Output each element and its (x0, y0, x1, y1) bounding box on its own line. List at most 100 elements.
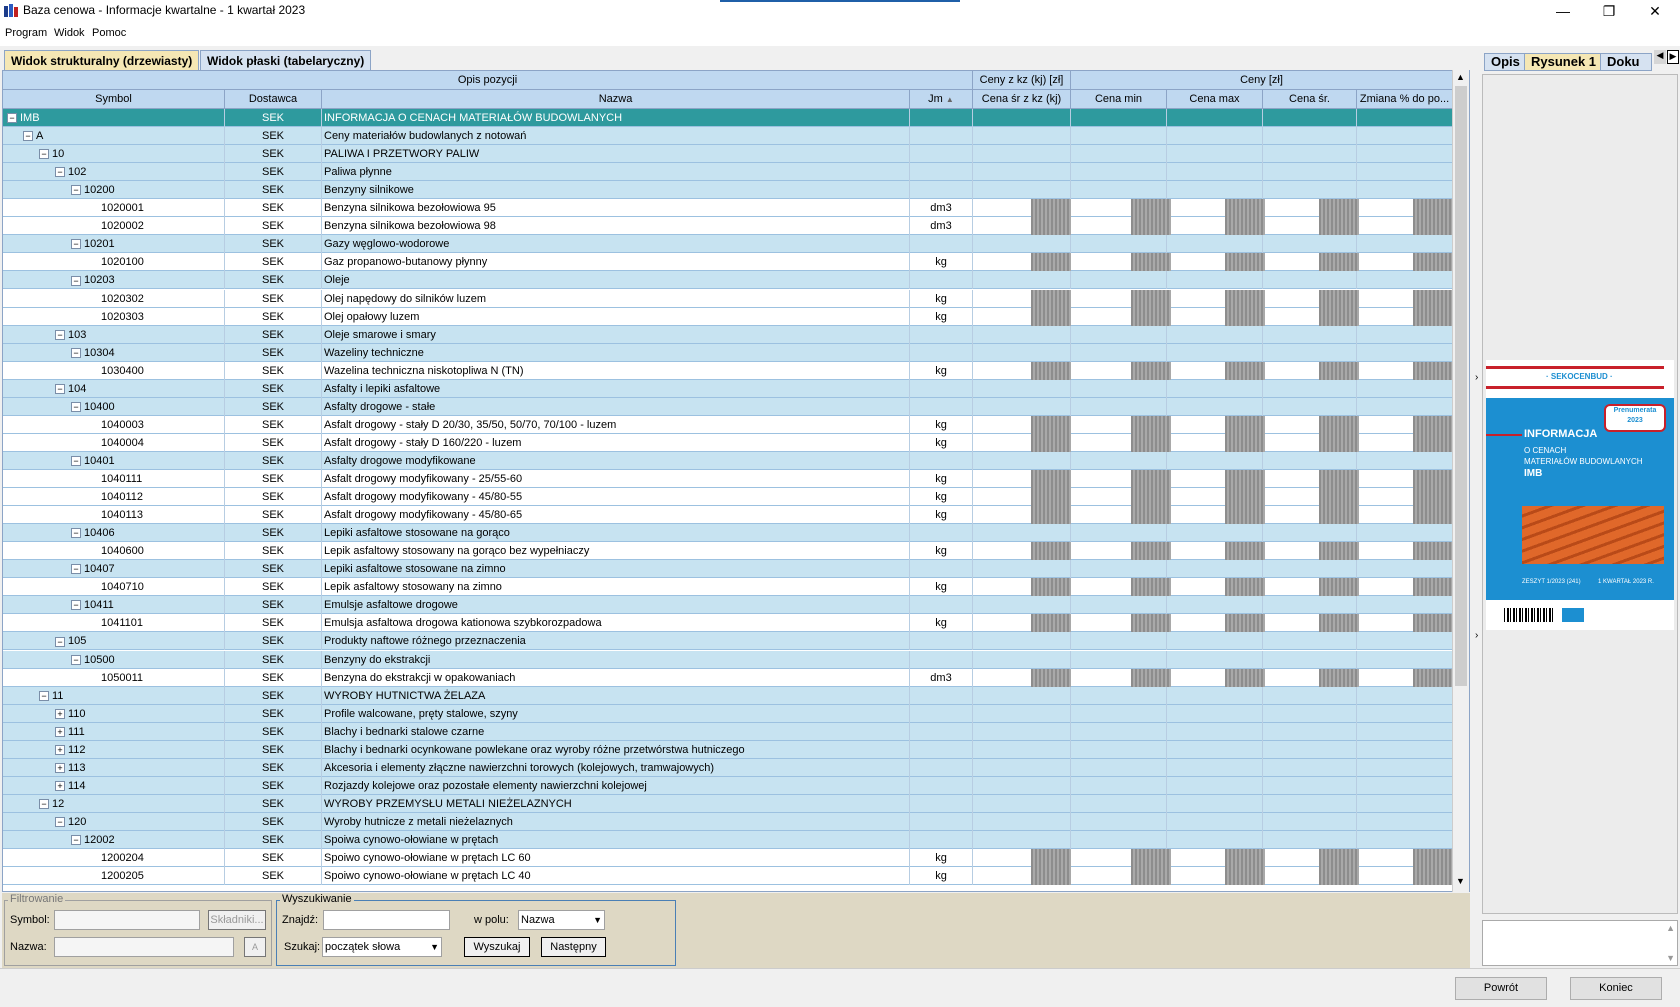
memo-scroll-up-icon[interactable]: ▲ (1666, 923, 1675, 933)
table-row[interactable]: 1040600 SEK Lepik asfaltowy stosowany na g… (3, 542, 1453, 561)
memo-scroll-down-icon[interactable]: ▼ (1666, 953, 1675, 963)
scroll-down-icon[interactable]: ▼ (1456, 876, 1465, 886)
collapse-icon[interactable]: − (71, 185, 81, 196)
minimize-button[interactable]: — (1540, 0, 1586, 22)
table-row[interactable]: 1041101 SEK Emulsja asfaltowa drogowa kati… (3, 614, 1453, 633)
column-header-symbol[interactable]: Symbol (3, 90, 225, 109)
table-row[interactable]: 1020302 SEK Olej napędowy do silników luze… (3, 289, 1453, 308)
back-button[interactable]: Powrót (1455, 977, 1547, 1000)
collapse-icon[interactable]: − (71, 654, 81, 665)
table-row[interactable]: 1030400 SEK Wazelina techniczna niskotopli… (3, 361, 1453, 380)
tree-group-row[interactable]: − IMB SEK INFORMACJA O CENACH MATERIAŁÓW BU… (3, 109, 1453, 127)
find-input[interactable] (323, 910, 450, 930)
collapse-icon[interactable]: − (71, 600, 81, 611)
expand-icon[interactable]: + (55, 780, 65, 791)
menu-widok[interactable]: Widok (54, 27, 85, 39)
tree-group-row[interactable]: −102 SEK Paliwa płynne (3, 163, 1453, 182)
collapse-icon[interactable]: − (55, 817, 65, 828)
tree-group-row[interactable]: +113 SEK Akcesoria i elementy złączne nawi… (3, 758, 1453, 777)
end-button[interactable]: Koniec (1570, 977, 1662, 1000)
tree-group-row[interactable]: −10 SEK PALIWA I PRZETWORY PALIW (3, 145, 1453, 164)
table-row[interactable]: 1020002 SEK Benzyna silnikowa bezołowiowa … (3, 217, 1453, 236)
menu-program[interactable]: Program (5, 27, 47, 39)
tab-scroll-left-icon[interactable]: ◀ (1654, 50, 1666, 64)
restore-button[interactable]: ❐ (1586, 0, 1632, 22)
mode-select[interactable]: początek słowa ▼ (322, 937, 442, 957)
collapse-icon[interactable]: − (39, 798, 49, 809)
column-header-cena-max[interactable]: Cena max (1167, 90, 1263, 109)
column-header-jm[interactable]: Jm ▲ (910, 90, 973, 109)
description-memo[interactable]: ▲ ▼ (1482, 920, 1678, 966)
collapse-icon[interactable]: − (55, 636, 65, 647)
tree-group-row[interactable]: −120 SEK Wyroby hutnicze z metali nieżelaz… (3, 812, 1453, 831)
tab-scroll-right-icon[interactable]: ▶ (1667, 50, 1679, 64)
tree-group-row[interactable]: −10407 SEK Lepiki asfaltowe stosowane na z… (3, 560, 1453, 579)
collapse-icon[interactable]: − (71, 528, 81, 539)
tree-group-row[interactable]: −10304 SEK Wazeliny techniczne (3, 343, 1453, 362)
column-header-nazwa[interactable]: Nazwa (322, 90, 910, 109)
tree-group-row[interactable]: +114 SEK Rozjazdy kolejowe oraz pozostałe … (3, 776, 1453, 795)
table-row[interactable]: 1040003 SEK Asfalt drogowy - stały D 20/30… (3, 415, 1453, 434)
table-row[interactable]: 1200205 SEK Spoiwo cynowo-ołowiane w pręta… (3, 867, 1453, 886)
collapse-icon[interactable]: − (71, 239, 81, 250)
tree-group-row[interactable]: −11 SEK WYROBY HUTNICTWA ŻELAZA (3, 686, 1453, 705)
collapse-icon[interactable]: − (71, 401, 81, 412)
tree-group-row[interactable]: − A SEK Ceny materiałów budowlanych z notow… (3, 127, 1453, 146)
next-button[interactable]: Następny (541, 937, 606, 957)
tree-group-row[interactable]: −10500 SEK Benzyny do ekstrakcji (3, 650, 1453, 669)
table-row[interactable]: 1040112 SEK Asfalt drogowy modyfikowany - … (3, 488, 1453, 507)
table-row[interactable]: 1040113 SEK Asfalt drogowy modyfikowany - … (3, 506, 1453, 525)
symbol-filter-input[interactable] (54, 910, 200, 930)
table-row[interactable]: 1050011 SEK Benzyna do ekstrakcji w opakow… (3, 668, 1453, 687)
collapse-icon[interactable]: − (71, 275, 81, 286)
tree-group-row[interactable]: −10411 SEK Emulsje asfaltowe drogowe (3, 596, 1453, 615)
tab-rysunek-1[interactable]: Rysunek 1 (1524, 53, 1604, 71)
table-row[interactable]: 1040710 SEK Lepik asfaltowy stosowany na z… (3, 578, 1453, 597)
table-row[interactable]: 1020001 SEK Benzyna silnikowa bezołowiowa … (3, 199, 1453, 218)
tree-group-row[interactable]: −103 SEK Oleje smarowe i smary (3, 325, 1453, 344)
collapse-icon[interactable]: − (39, 149, 49, 160)
table-row[interactable]: 1020100 SEK Gaz propanowo-butanowy płynny k… (3, 253, 1453, 272)
collapse-icon[interactable]: − (23, 131, 33, 142)
table-row[interactable]: 1020303 SEK Olej opałowy luzem kg (3, 307, 1453, 326)
column-header-dostawca[interactable]: Dostawca (225, 90, 322, 109)
tree-group-row[interactable]: −10401 SEK Asfalty drogowe modyfikowane (3, 451, 1453, 470)
search-button[interactable]: Wyszukaj (464, 937, 530, 957)
tree-group-row[interactable]: −12 SEK WYROBY PRZEMYSŁU METALI NIEŻELAZNY… (3, 794, 1453, 813)
column-header-cena-min[interactable]: Cena min (1071, 90, 1167, 109)
tab-dokumenty[interactable]: Doku (1600, 53, 1652, 71)
column-header-cena-sr[interactable]: Cena śr. (1263, 90, 1357, 109)
collapse-icon[interactable]: − (39, 690, 49, 701)
collapse-icon[interactable]: − (71, 564, 81, 575)
expand-icon[interactable]: + (55, 744, 65, 755)
expand-icon[interactable]: + (55, 726, 65, 737)
collapse-right-icon[interactable]: › (1475, 630, 1478, 641)
tree-group-row[interactable]: −12002 SEK Spoiwa cynowo-ołowiane w prętac… (3, 831, 1453, 849)
tree-group-row[interactable]: −105 SEK Produkty naftowe różnego przeznac… (3, 632, 1453, 651)
name-filter-button[interactable]: A (244, 937, 266, 957)
table-row[interactable]: 1200204 SEK Spoiwo cynowo-ołowiane w pręta… (3, 849, 1453, 868)
close-button[interactable]: ✕ (1632, 0, 1678, 22)
collapse-left-icon[interactable]: › (1475, 372, 1478, 383)
tab-flat-view[interactable]: Widok płaski (tabelaryczny) (200, 50, 372, 70)
column-header-cena-sr-kz[interactable]: Cena śr z kz (kj) (973, 90, 1071, 109)
collapse-icon[interactable]: − (71, 456, 81, 467)
expand-icon[interactable]: + (55, 708, 65, 719)
table-row[interactable]: 1040111 SEK Asfalt drogowy modyfikowany - … (3, 470, 1453, 488)
tree-group-row[interactable]: −10201 SEK Gazy węglowo-wodorowe (3, 235, 1453, 254)
column-header-zmiana[interactable]: Zmiana % do po... (1357, 90, 1453, 109)
scroll-thumb[interactable] (1455, 86, 1467, 686)
tab-opis[interactable]: Opis (1484, 53, 1527, 71)
tree-group-row[interactable]: −10203 SEK Oleje (3, 271, 1453, 290)
collapse-icon[interactable]: − (71, 835, 81, 846)
name-filter-input[interactable] (54, 937, 234, 957)
tree-group-row[interactable]: +111 SEK Blachy i bednarki stalowe czarne (3, 722, 1453, 741)
collapse-icon[interactable]: − (55, 329, 65, 340)
collapse-icon[interactable]: − (55, 167, 65, 178)
tree-group-row[interactable]: −104 SEK Asfalty i lepiki asfaltowe (3, 379, 1453, 398)
tree-group-row[interactable]: +112 SEK Blachy i bednarki ocynkowane powl… (3, 740, 1453, 759)
tree-group-row[interactable]: −10400 SEK Asfalty drogowe - stałe (3, 397, 1453, 416)
table-row[interactable]: 1040004 SEK Asfalt drogowy - stały D 160/2… (3, 433, 1453, 452)
grid-vertical-scrollbar[interactable]: ▲ ▼ (1452, 70, 1469, 892)
tree-group-row[interactable]: −10406 SEK Lepiki asfaltowe stosowane na g… (3, 524, 1453, 543)
